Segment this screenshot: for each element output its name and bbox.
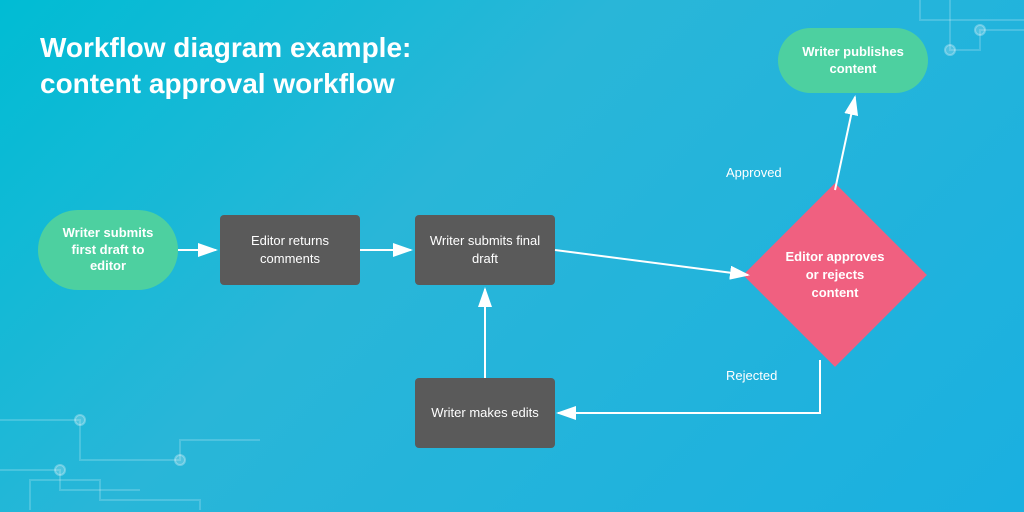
workflow-diagram: Writer submits first draft to editor Edi… (0, 0, 1024, 512)
arrow-diamond-to-rect3 (558, 360, 820, 413)
node-rect1: Editor returns comments (220, 215, 360, 285)
diamond-label: Editor approves or rejects content (785, 248, 885, 303)
node-diamond: Editor approves or rejects content (750, 190, 920, 360)
arrow-rect2-to-diamond (555, 250, 748, 275)
node-rect3: Writer makes edits (415, 378, 555, 448)
node-rect2: Writer submits final draft (415, 215, 555, 285)
node-start: Writer submits first draft to editor (38, 210, 178, 290)
approved-label: Approved (726, 165, 782, 180)
arrow-diamond-to-end (835, 97, 855, 190)
rejected-label: Rejected (726, 368, 777, 383)
node-end: Writer publishes content (778, 28, 928, 93)
